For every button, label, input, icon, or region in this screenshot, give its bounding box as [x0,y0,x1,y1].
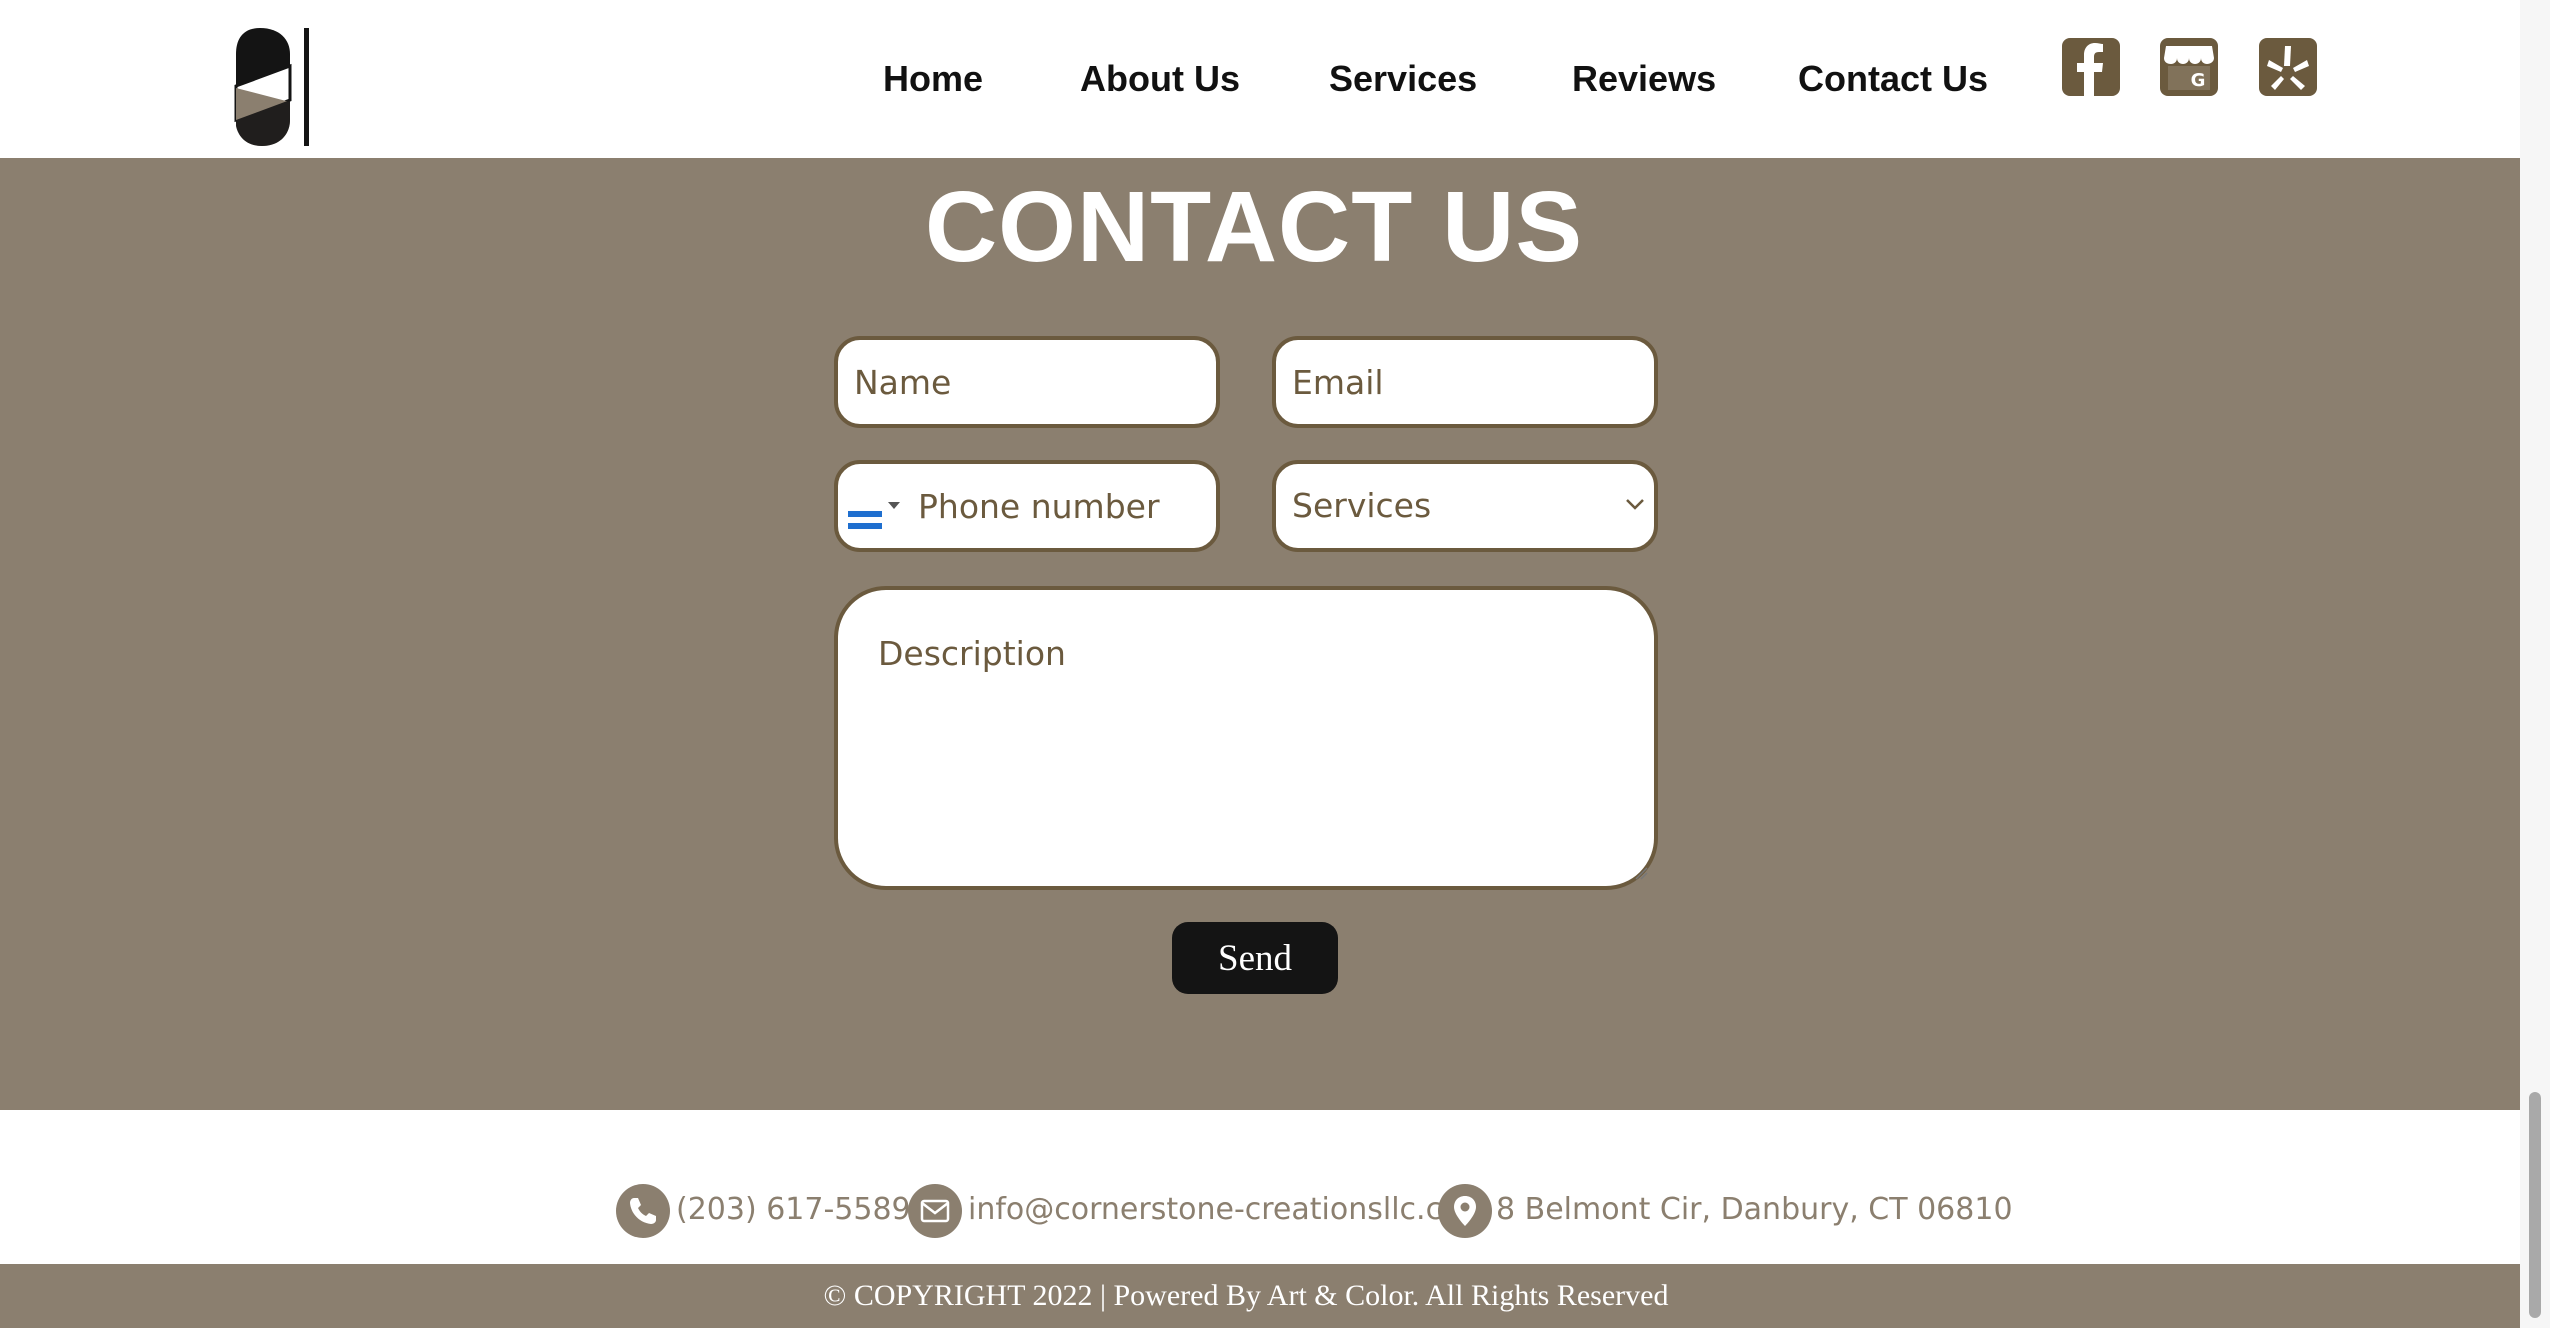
page-scrollbar[interactable] [2520,0,2550,1328]
mail-icon [908,1184,962,1238]
footer-address-text: 8 Belmont Cir, Danbury, CT 06810 [1496,1192,2013,1227]
google-business-icon[interactable]: G [2160,38,2218,96]
name-field-wrapper [834,336,1220,428]
footer-contact-info: (203) 617-5589 info@cornerstone-creation… [0,1110,2520,1264]
services-select[interactable]: Services [1272,460,1658,552]
footer-email-text: info@cornerstone-creationsllc.com [968,1192,1490,1227]
location-pin-icon [1438,1184,1492,1238]
nav-contact-us[interactable]: Contact Us [1798,58,1988,100]
facebook-icon[interactable] [2062,38,2120,96]
phone-input[interactable] [918,464,1208,548]
nav-about-us[interactable]: About Us [1080,58,1240,100]
site-header: Home About Us Services Reviews Contact U… [0,0,2520,158]
phone-icon [616,1184,670,1238]
email-field-wrapper [1272,336,1658,428]
svg-text:G: G [2191,70,2206,91]
resize-handle-icon[interactable] [1634,866,1648,880]
chevron-down-icon [1626,499,1644,510]
logo[interactable] [232,26,316,148]
email-input[interactable] [1292,340,1632,424]
nav-reviews[interactable]: Reviews [1572,58,1716,100]
description-field-wrapper [834,586,1658,890]
nav-services[interactable]: Services [1329,58,1477,100]
phone-field-wrapper [834,460,1220,552]
country-flag-icon[interactable] [848,498,882,529]
country-dropdown-caret-icon[interactable] [888,502,900,509]
page-title: CONTACT US [924,171,1584,283]
name-input[interactable] [854,340,1194,424]
services-select-value: Services [1292,486,1432,525]
copyright-bar: © COPYRIGHT 2022 | Powered By Art & Colo… [0,1264,2520,1328]
yelp-icon[interactable] [2259,38,2317,96]
footer-phone-text: (203) 617-5589 [676,1192,911,1227]
contact-section: CONTACT US Services Send [0,158,2520,1110]
description-textarea[interactable] [878,634,1608,854]
nav-home[interactable]: Home [883,58,983,100]
scrollbar-thumb[interactable] [2529,1092,2541,1318]
copyright-text: © COPYRIGHT 2022 | Powered By Art & Colo… [823,1279,1669,1312]
send-button[interactable]: Send [1172,922,1338,994]
